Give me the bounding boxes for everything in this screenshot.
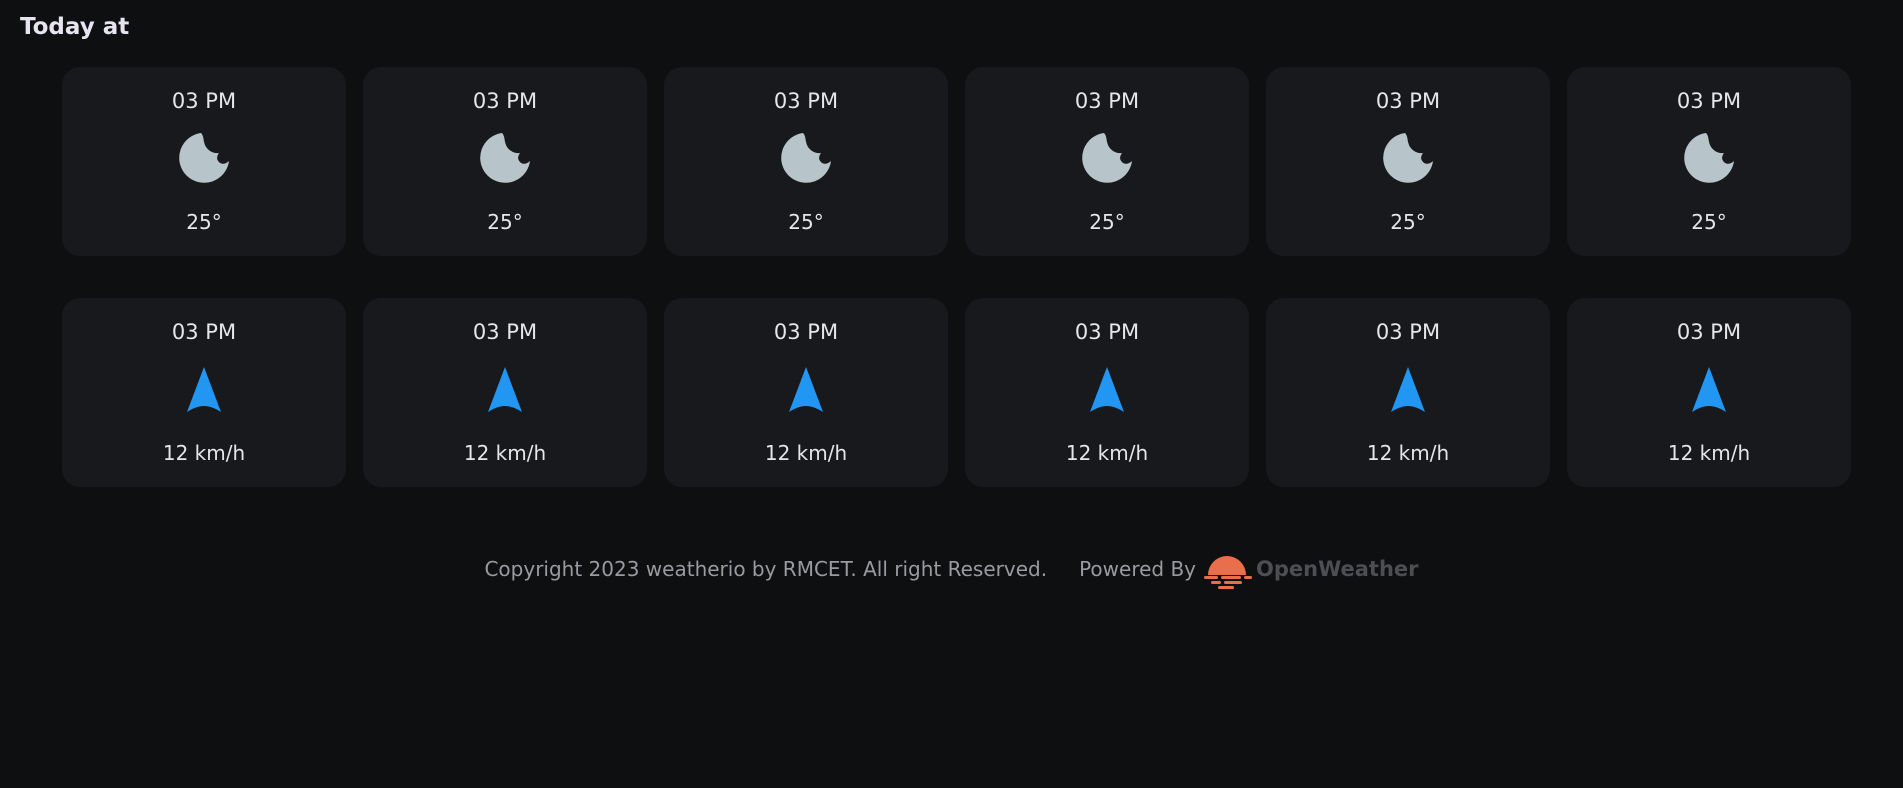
card-temperature: 25° — [186, 210, 222, 234]
card-time: 03 PM — [171, 89, 237, 113]
card-time: 03 PM — [773, 89, 839, 113]
temperature-row: 03 PM 25° 03 PM 25° 03 PM 25° 03 PM 25° … — [62, 67, 1851, 256]
card-time: 03 PM — [1676, 89, 1742, 113]
hourly-wind-card: 03 PM 12 km/h — [664, 298, 948, 487]
openweather-link[interactable]: Powered By OpenWeather — [1079, 549, 1419, 589]
hourly-wind-card: 03 PM 12 km/h — [62, 298, 346, 487]
footer: Copyright 2023 weatherio by RMCET. All r… — [0, 549, 1903, 589]
card-time: 03 PM — [1676, 320, 1742, 344]
card-temperature: 25° — [1390, 210, 1426, 234]
card-temperature: 25° — [1089, 210, 1125, 234]
card-wind-speed: 12 km/h — [764, 441, 848, 465]
hourly-wind-card: 03 PM 12 km/h — [965, 298, 1249, 487]
hourly-wind-card: 03 PM 12 km/h — [1266, 298, 1550, 487]
wind-direction-arrow-icon — [1692, 367, 1726, 412]
hourly-temperature-card: 03 PM 25° — [965, 67, 1249, 256]
moon-icon — [179, 133, 229, 183]
card-wind-speed: 12 km/h — [1065, 441, 1149, 465]
card-wind-speed: 12 km/h — [1667, 441, 1751, 465]
moon-icon — [480, 133, 530, 183]
card-time: 03 PM — [472, 320, 538, 344]
card-time: 03 PM — [1375, 89, 1441, 113]
hourly-wind-card: 03 PM 12 km/h — [1567, 298, 1851, 487]
powered-by-label: Powered By — [1079, 557, 1197, 581]
wind-row: 03 PM 12 km/h 03 PM 12 km/h 03 PM 12 km/… — [62, 298, 1851, 487]
moon-icon — [1684, 133, 1734, 183]
moon-icon — [781, 133, 831, 183]
card-temperature: 25° — [788, 210, 824, 234]
section-title: Today at — [20, 14, 130, 40]
hourly-wind-card: 03 PM 12 km/h — [363, 298, 647, 487]
hourly-temperature-card: 03 PM 25° — [1567, 67, 1851, 256]
hourly-temperature-card: 03 PM 25° — [1266, 67, 1550, 256]
card-time: 03 PM — [171, 320, 237, 344]
hourly-temperature-card: 03 PM 25° — [62, 67, 346, 256]
hourly-temperature-card: 03 PM 25° — [664, 67, 948, 256]
moon-icon — [1082, 133, 1132, 183]
card-time: 03 PM — [1074, 320, 1140, 344]
card-wind-speed: 12 km/h — [1366, 441, 1450, 465]
moon-icon — [1383, 133, 1433, 183]
card-time: 03 PM — [1074, 89, 1140, 113]
hourly-temperature-card: 03 PM 25° — [363, 67, 647, 256]
wind-direction-arrow-icon — [789, 367, 823, 412]
wind-direction-arrow-icon — [1090, 367, 1124, 412]
openweather-brand-name: OpenWeather — [1256, 557, 1419, 581]
card-wind-speed: 12 km/h — [463, 441, 547, 465]
copyright-text: Copyright 2023 weatherio by RMCET. All r… — [484, 557, 1048, 581]
card-temperature: 25° — [1691, 210, 1727, 234]
openweather-logo-icon — [1204, 556, 1253, 589]
hourly-forecast-page: Today at 03 PM 25° 03 PM 25° 03 PM 25° 0… — [0, 0, 1903, 788]
card-temperature: 25° — [487, 210, 523, 234]
card-time: 03 PM — [773, 320, 839, 344]
card-time: 03 PM — [472, 89, 538, 113]
card-wind-speed: 12 km/h — [162, 441, 246, 465]
card-time: 03 PM — [1375, 320, 1441, 344]
wind-direction-arrow-icon — [1391, 367, 1425, 412]
wind-direction-arrow-icon — [187, 367, 221, 412]
wind-direction-arrow-icon — [488, 367, 522, 412]
